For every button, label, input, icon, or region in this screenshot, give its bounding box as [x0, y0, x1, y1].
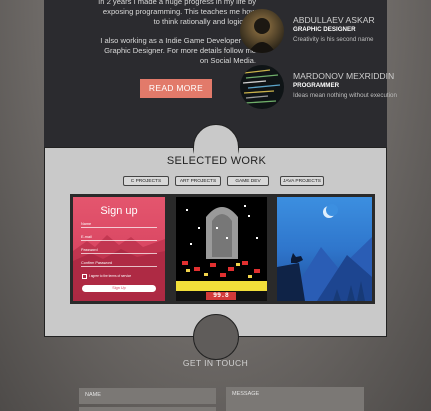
signup-submit-button: Sign Up: [82, 285, 156, 292]
works-section: SELECTED WORK C PROJECTS ART PROJECTS GA…: [44, 124, 387, 360]
section-notch-bottom: [193, 314, 239, 360]
member-name: ABDULLAEV ASKAR: [293, 15, 375, 25]
contact-title: GET IN TOUCH: [182, 358, 249, 368]
team-member-askar: ABDULLAEV ASKAR GRAPHIC DESIGNER Creativ…: [240, 9, 390, 53]
filter-c-projects[interactable]: C PROJECTS: [123, 176, 169, 186]
filter-game-dev[interactable]: GAME DEV: [227, 176, 269, 186]
message-input[interactable]: MESSAGE: [226, 387, 364, 411]
name-placeholder: NAME: [85, 392, 101, 398]
work-tile-pixel-game[interactable]: 99.8: [176, 197, 267, 301]
read-more-button[interactable]: READ MORE: [140, 79, 212, 98]
member-role: PROGRAMMER: [293, 82, 340, 89]
message-placeholder: MESSAGE: [232, 391, 260, 397]
signup-field-confirm: Confirm Password: [81, 261, 157, 267]
signup-field-name: Name: [81, 222, 157, 228]
work-gallery: Sign up Name E-mail Password Confirm Pas…: [70, 194, 375, 304]
signup-terms: I agree to the terms of service: [89, 274, 132, 278]
page: In 2 years I made a huge progress in my …: [0, 0, 431, 411]
avatar: [240, 65, 284, 109]
name-input-underline: [79, 407, 216, 411]
signup-heading: Sign up: [100, 205, 138, 217]
game-score: 99.8: [213, 291, 229, 299]
about-paragraph-2: I also working as a Indie Game Developer…: [100, 36, 256, 65]
signup-checkbox: [82, 274, 87, 279]
signup-field-email: E-mail: [81, 235, 157, 241]
team-member-mexriddin: MARDONOV MEXRIDDIN PROGRAMMER Ideas mean…: [240, 65, 397, 109]
member-description: Ideas mean nothing without execution: [293, 92, 397, 99]
member-name: MARDONOV MEXRIDDIN: [293, 71, 395, 81]
name-input[interactable]: NAME: [79, 388, 216, 404]
filter-java-projects[interactable]: JAVA PROJECTS: [280, 176, 324, 186]
member-role: GRAPHIC DESIGNER: [293, 26, 356, 33]
about-text: In 2 years I made a huge progress in my …: [96, 0, 256, 75]
work-tile-signup[interactable]: Sign up Name E-mail Password Confirm Pas…: [73, 197, 165, 301]
filter-art-projects[interactable]: ART PROJECTS: [175, 176, 221, 186]
signup-field-password: Password: [81, 248, 157, 254]
section-title: SELECTED WORK: [166, 155, 267, 167]
avatar: [240, 9, 284, 53]
about-paragraph-1: In 2 years I made a huge progress in my …: [98, 0, 256, 26]
work-tile-wolf-art[interactable]: [277, 197, 372, 301]
member-description: Creativity is his second name: [293, 36, 374, 43]
